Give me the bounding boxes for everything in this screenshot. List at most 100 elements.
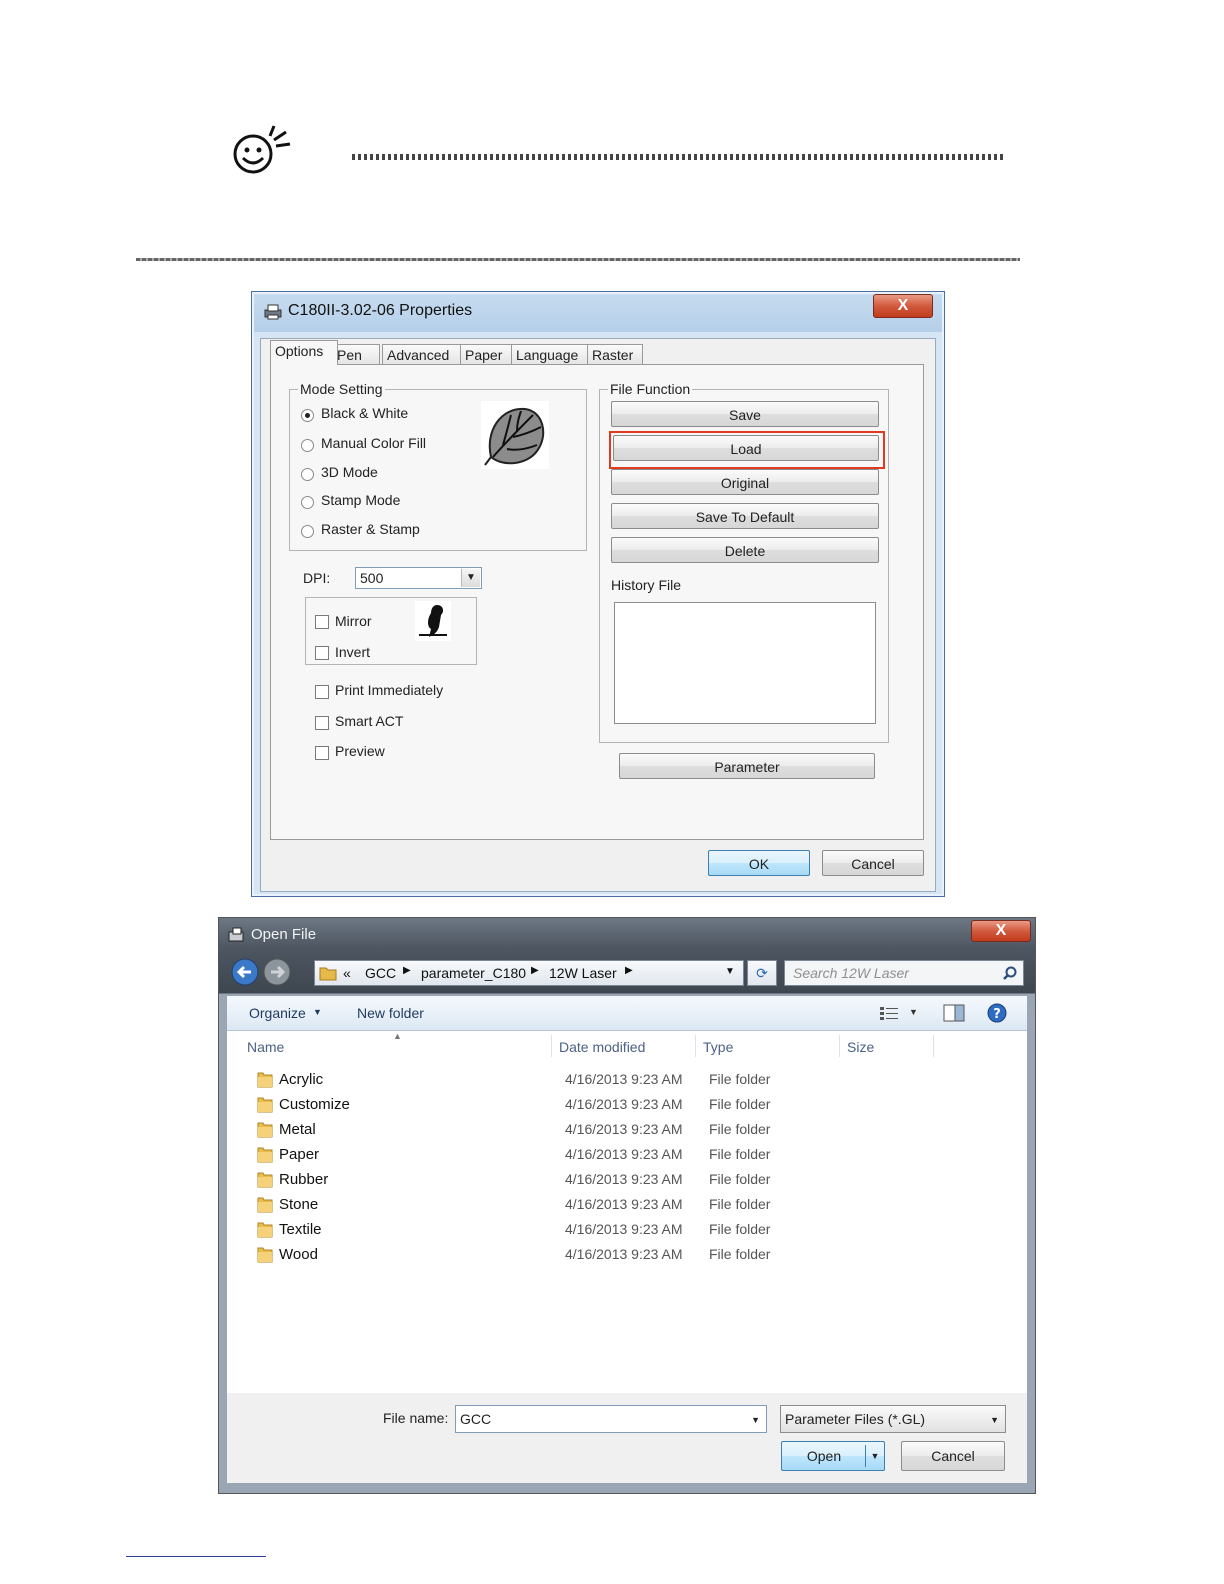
tab-advanced[interactable]: Advanced <box>382 344 462 365</box>
chevron-right-icon[interactable]: ▶ <box>531 965 539 976</box>
breadcrumb-12w-laser[interactable]: 12W Laser <box>549 965 617 981</box>
print-immediately-checkbox[interactable] <box>315 685 329 699</box>
chevron-down-icon[interactable]: ▼ <box>725 966 735 977</box>
list-item[interactable]: Acrylic 4/16/2013 9:23 AM File folder <box>247 1068 807 1092</box>
radio-label-manual-color-fill: Manual Color Fill <box>321 435 427 451</box>
tab-pen[interactable]: Pen <box>332 344 380 365</box>
file-name-input[interactable]: GCC ▼ <box>455 1405 767 1433</box>
file-type: File folder <box>709 1121 771 1137</box>
save-button[interactable]: Save <box>611 401 879 427</box>
list-item[interactable]: Stone 4/16/2013 9:23 AM File folder <box>247 1193 807 1217</box>
chevron-down-icon[interactable]: ▼ <box>909 1007 918 1017</box>
chevron-down-icon[interactable]: ▼ <box>990 1407 999 1433</box>
smart-act-label: Smart ACT <box>335 713 404 729</box>
chevron-down-icon[interactable]: ▼ <box>461 569 480 587</box>
list-item[interactable]: Customize 4/16/2013 9:23 AM File folder <box>247 1093 807 1117</box>
file-type: File folder <box>709 1246 771 1262</box>
file-selection-bar: File name: GCC ▼ Parameter Files (*.GL) … <box>227 1393 1027 1483</box>
chevron-down-icon[interactable]: ▼ <box>751 1407 760 1433</box>
save-to-default-button[interactable]: Save To Default <box>611 503 879 529</box>
radio-stamp-mode[interactable] <box>301 496 314 509</box>
file-date: 4/16/2013 9:23 AM <box>565 1146 683 1162</box>
address-bar[interactable]: « GCC ▶ parameter_C180 ▶ 12W Laser ▶ ▼ <box>314 960 744 986</box>
invert-label: Invert <box>335 644 371 660</box>
cancel-button[interactable]: Cancel <box>901 1441 1005 1471</box>
file-date: 4/16/2013 9:23 AM <box>565 1196 683 1212</box>
chevron-right-icon[interactable]: ▶ <box>403 965 411 976</box>
radio-manual-color-fill[interactable] <box>301 439 314 452</box>
file-type-value: Parameter Files (*.GL) <box>785 1411 926 1427</box>
preview-pane-icon[interactable] <box>943 1004 965 1022</box>
file-type: File folder <box>709 1071 771 1087</box>
organize-button[interactable]: Organize <box>249 1005 306 1021</box>
mirror-checkbox[interactable] <box>315 615 329 629</box>
folder-icon <box>257 1147 273 1163</box>
breadcrumb-gcc[interactable]: GCC <box>365 965 396 981</box>
open-button[interactable]: Open ▼ <box>781 1441 885 1471</box>
file-name: Textile <box>279 1221 322 1238</box>
file-type: File folder <box>709 1146 771 1162</box>
footnote-rule <box>126 1556 266 1557</box>
breadcrumb-parameter-c180[interactable]: parameter_C180 <box>421 965 526 981</box>
radio-black-white[interactable] <box>301 409 314 422</box>
chevron-down-icon[interactable]: ▼ <box>865 1445 884 1467</box>
folder-icon <box>257 1072 273 1088</box>
smart-act-checkbox[interactable] <box>315 716 329 730</box>
column-header-date[interactable]: Date modified <box>559 1039 645 1055</box>
cancel-button[interactable]: Cancel <box>822 850 924 876</box>
view-options-icon[interactable] <box>879 1005 899 1021</box>
radio-label-black-white: Black & White <box>321 405 409 421</box>
radio-raster-stamp[interactable] <box>301 525 314 538</box>
close-button[interactable]: X <box>971 920 1031 942</box>
file-type: File folder <box>709 1196 771 1212</box>
new-folder-button[interactable]: New folder <box>357 1005 424 1021</box>
delete-button[interactable]: Delete <box>611 537 879 563</box>
file-name: Stone <box>279 1196 319 1213</box>
tab-options[interactable]: Options <box>270 340 338 365</box>
chevron-right-icon[interactable]: ▶ <box>625 965 633 976</box>
file-name: Wood <box>279 1246 318 1263</box>
list-item[interactable]: Wood 4/16/2013 9:23 AM File folder <box>247 1243 807 1267</box>
history-file-list[interactable] <box>614 602 876 724</box>
chevron-down-icon[interactable]: ▼ <box>313 1007 322 1017</box>
printer-icon <box>264 304 282 320</box>
forward-arrow-icon[interactable] <box>263 958 291 986</box>
dpi-select[interactable]: 500 ▼ <box>355 567 482 589</box>
list-item[interactable]: Rubber 4/16/2013 9:23 AM File folder <box>247 1168 807 1192</box>
folder-icon <box>257 1122 273 1138</box>
close-button[interactable]: X <box>873 294 933 318</box>
file-name: Acrylic <box>279 1071 324 1088</box>
dpi-label: DPI: <box>303 570 331 586</box>
original-button[interactable]: Original <box>611 469 879 495</box>
file-date: 4/16/2013 9:23 AM <box>565 1096 683 1112</box>
list-item[interactable]: Metal 4/16/2013 9:23 AM File folder <box>247 1118 807 1142</box>
open-button-label: Open <box>806 1448 842 1464</box>
file-date: 4/16/2013 9:23 AM <box>565 1171 683 1187</box>
radio-3d-mode[interactable] <box>301 468 314 481</box>
tab-language[interactable]: Language <box>511 344 589 365</box>
invert-checkbox[interactable] <box>315 646 329 660</box>
file-type-select[interactable]: Parameter Files (*.GL) ▼ <box>780 1405 1006 1433</box>
refresh-icon[interactable]: ⟳ <box>747 960 777 986</box>
ok-button[interactable]: OK <box>708 850 810 876</box>
tab-paper[interactable]: Paper <box>460 344 514 365</box>
back-arrow-icon[interactable] <box>231 958 259 986</box>
breadcrumb-overflow[interactable]: « <box>343 965 351 981</box>
list-item[interactable]: Paper 4/16/2013 9:23 AM File folder <box>247 1143 807 1167</box>
column-divider <box>551 1035 552 1057</box>
list-item[interactable]: Textile 4/16/2013 9:23 AM File folder <box>247 1218 807 1242</box>
help-icon[interactable]: ? <box>987 1003 1007 1023</box>
search-input[interactable]: Search 12W Laser <box>784 960 1024 986</box>
parameter-button[interactable]: Parameter <box>619 753 875 779</box>
column-header-name[interactable]: Name <box>247 1039 284 1055</box>
column-header-size[interactable]: Size <box>847 1039 874 1055</box>
column-header-type[interactable]: Type <box>703 1039 733 1055</box>
load-button[interactable]: Load <box>613 435 879 461</box>
file-type: File folder <box>709 1171 771 1187</box>
tab-raster[interactable]: Raster <box>587 344 643 365</box>
preview-checkbox[interactable] <box>315 746 329 760</box>
section-divider <box>136 258 1020 261</box>
search-icon[interactable] <box>1003 966 1017 980</box>
file-type: File folder <box>709 1221 771 1237</box>
column-divider <box>933 1035 934 1057</box>
